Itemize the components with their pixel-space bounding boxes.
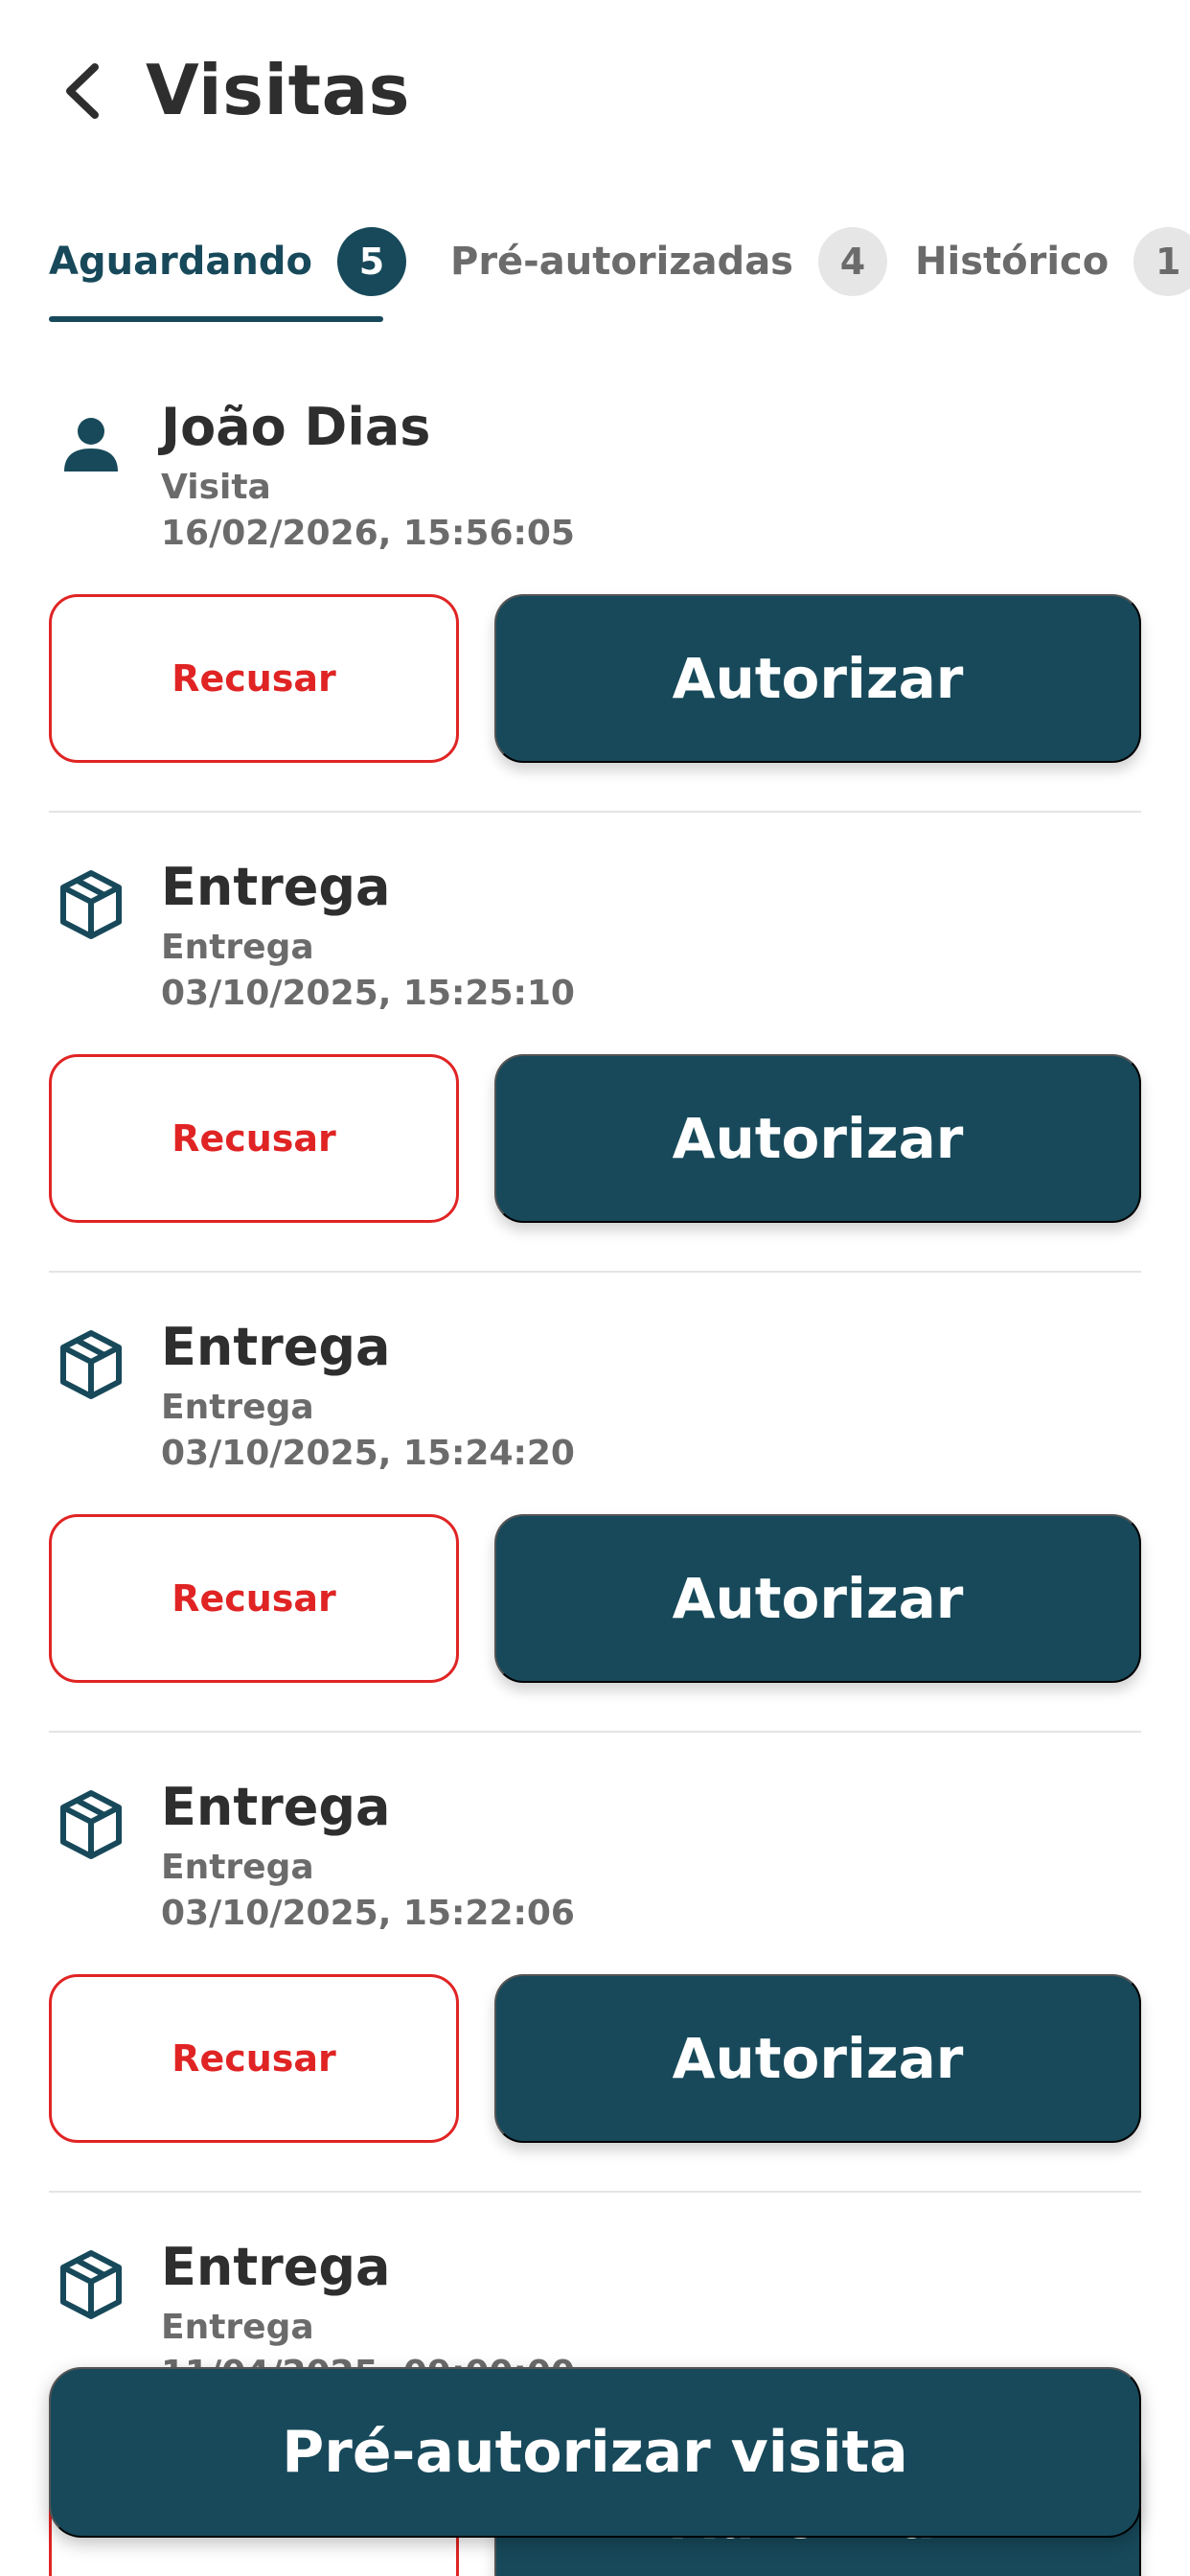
tab-label: Pré-autorizadas xyxy=(450,240,793,284)
visitor-name: João Dias xyxy=(161,397,431,457)
visit-type: Entrega xyxy=(161,928,314,967)
tab-pre-autorizadas[interactable]: Pré-autorizadas 4 xyxy=(450,201,887,322)
count-badge: 1 xyxy=(1133,227,1190,296)
visit-timestamp: 03/10/2025, 15:25:10 xyxy=(161,974,575,1013)
tab-aguardando[interactable]: Aguardando 5 xyxy=(49,201,406,322)
active-tab-indicator xyxy=(49,316,383,322)
page-title: Visitas xyxy=(146,50,411,130)
visit-type: Entrega xyxy=(161,2308,314,2347)
divider xyxy=(49,2191,1141,2193)
authorize-button[interactable]: Autorizar xyxy=(494,1054,1141,1223)
pre-authorize-visit-button[interactable]: Pré-autorizar visita xyxy=(49,2367,1141,2538)
tab-bar: Aguardando 5 Pré-autorizadas 4 Histórico… xyxy=(0,201,1190,326)
package-icon xyxy=(60,870,122,939)
authorize-button[interactable]: Autorizar xyxy=(494,1514,1141,1683)
visit-timestamp: 16/02/2026, 15:56:05 xyxy=(161,514,575,553)
tab-label: Histórico xyxy=(915,240,1110,284)
package-icon xyxy=(60,2250,122,2319)
tab-historico[interactable]: Histórico 1 xyxy=(915,201,1190,322)
visit-type: Entrega xyxy=(161,1388,314,1427)
refuse-button[interactable]: Recusar xyxy=(49,1514,459,1683)
count-badge: 5 xyxy=(337,227,406,296)
visit-card: Entrega Entrega 03/10/2025, 15:25:10 Rec… xyxy=(49,824,1141,1284)
package-icon xyxy=(60,1330,122,1399)
visit-card: João Dias Visita 16/02/2026, 15:56:05 Re… xyxy=(49,364,1141,824)
visit-type: Entrega xyxy=(161,1848,314,1887)
authorize-button[interactable]: Autorizar xyxy=(494,594,1141,763)
divider xyxy=(49,811,1141,813)
package-icon xyxy=(60,1790,122,1859)
divider xyxy=(49,1271,1141,1273)
authorize-button[interactable]: Autorizar xyxy=(494,1974,1141,2143)
visitor-name: Entrega xyxy=(161,857,391,917)
visit-card: Entrega Entrega 03/10/2025, 15:22:06 Rec… xyxy=(49,1744,1141,2204)
count-badge: 4 xyxy=(818,227,887,296)
visit-type: Visita xyxy=(161,468,271,507)
visit-timestamp: 03/10/2025, 15:22:06 xyxy=(161,1894,575,1933)
back-button[interactable] xyxy=(48,58,115,125)
visit-timestamp: 03/10/2025, 15:24:20 xyxy=(161,1434,575,1473)
visit-card: Entrega Entrega 03/10/2025, 15:24:20 Rec… xyxy=(49,1284,1141,1744)
tab-label: Aguardando xyxy=(49,240,312,284)
refuse-button[interactable]: Recusar xyxy=(49,1054,459,1223)
refuse-button[interactable]: Recusar xyxy=(49,1974,459,2143)
divider xyxy=(49,1731,1141,1733)
person-icon xyxy=(64,418,118,472)
visitor-name: Entrega xyxy=(161,1777,391,1837)
app-header: Visitas xyxy=(0,0,1190,182)
visitor-name: Entrega xyxy=(161,2237,391,2297)
refuse-button[interactable]: Recusar xyxy=(49,594,459,763)
chevron-left-icon xyxy=(66,63,99,119)
visitor-name: Entrega xyxy=(161,1317,391,1377)
